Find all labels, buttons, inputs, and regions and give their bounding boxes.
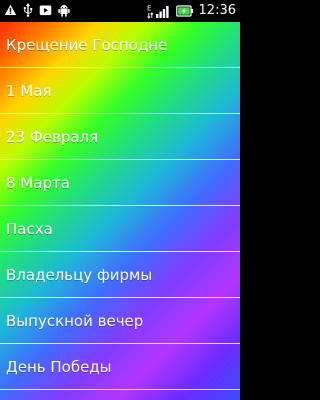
- android-icon: [58, 4, 70, 17]
- list-item[interactable]: День Победы: [0, 344, 240, 390]
- list-item[interactable]: Владельцу фирмы: [0, 252, 240, 298]
- list-item[interactable]: 1 Мая: [0, 68, 240, 114]
- status-bar: E 12:36: [0, 0, 240, 22]
- clock: 12:36: [198, 3, 236, 18]
- list-item[interactable]: Выпускной вечер: [0, 298, 240, 344]
- list-item-label: Пасха: [6, 219, 53, 238]
- list-item-label: Владельцу фирмы: [6, 265, 153, 284]
- list-item[interactable]: 8 Марта: [0, 160, 240, 206]
- usb-icon: [23, 3, 33, 17]
- list-item[interactable]: Крещение Господне: [0, 22, 240, 68]
- list-item-label: День Победы: [6, 357, 112, 376]
- notification-icons: [4, 3, 70, 17]
- list-item-label: 23 Февраля: [6, 127, 99, 146]
- system-icons: E 12:36: [147, 2, 236, 20]
- svg-text:E: E: [147, 5, 151, 13]
- list-item-label: Крещение Господне: [6, 35, 168, 54]
- list-item[interactable]: 23 Февраля: [0, 114, 240, 160]
- list-item[interactable]: Пасха: [0, 206, 240, 252]
- warning-icon: [4, 4, 17, 16]
- list-item-label: Выпускной вечер: [6, 311, 144, 330]
- camera-icon: [39, 4, 52, 16]
- list-item-label: 8 Марта: [6, 173, 70, 192]
- holiday-list-screen: Крещение Господне 1 Мая 23 Февраля 8 Мар…: [0, 22, 240, 400]
- holiday-list: Крещение Господне 1 Мая 23 Февраля 8 Мар…: [0, 22, 240, 390]
- list-item-label: 1 Мая: [6, 81, 52, 100]
- battery-icon: [175, 4, 194, 18]
- signal-icon: E: [147, 3, 171, 19]
